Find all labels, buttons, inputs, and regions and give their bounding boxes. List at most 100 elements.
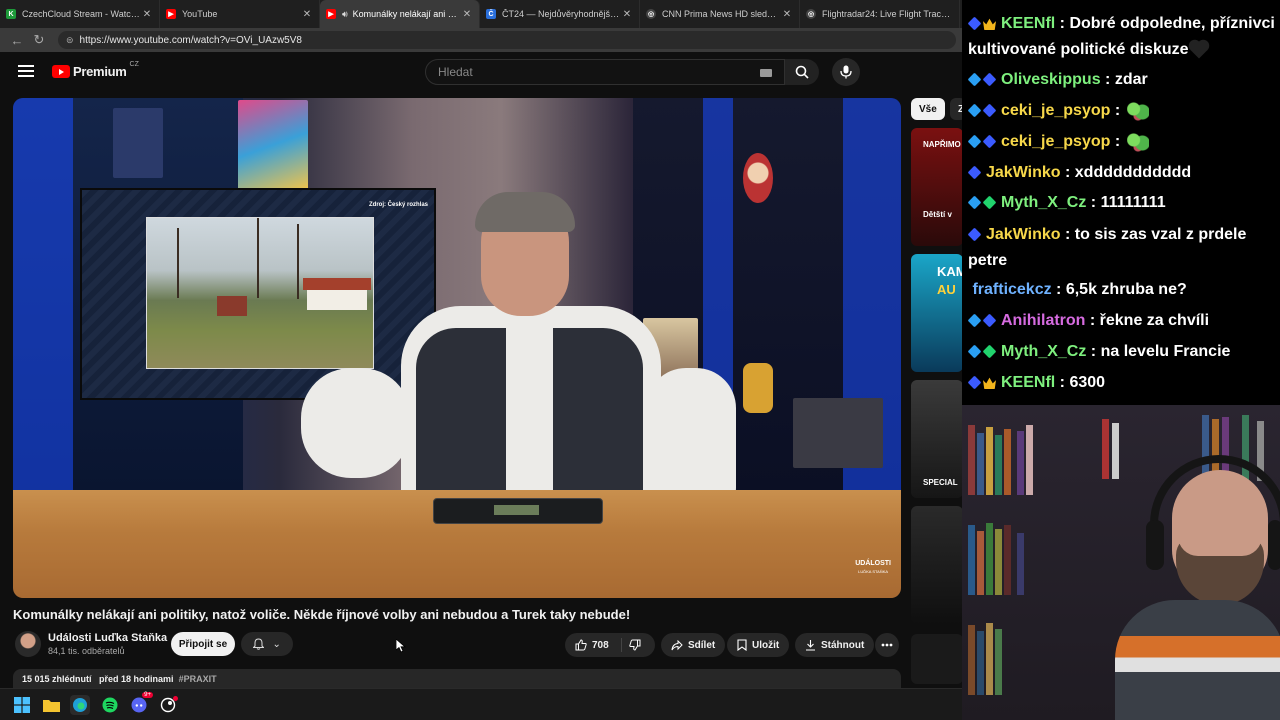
description-box[interactable]: 15 015 zhlédnutí před 18 hodinami #PRAXI…: [13, 669, 901, 689]
chevron-down-icon: ⌄: [272, 638, 281, 650]
search-button[interactable]: [785, 59, 819, 85]
video-presenter: [281, 192, 751, 558]
share-arrow-icon: [671, 639, 683, 650]
save-button[interactable]: Uložit: [727, 633, 790, 657]
channel-avatar[interactable]: [15, 631, 41, 657]
black-heart-emote-icon: [1190, 41, 1208, 59]
video-player[interactable]: Zdroj: Český rozhlas UDÁLOSTI LUĎKA STAŇ…: [13, 98, 901, 598]
upload-age: před 18 hodinami: [99, 674, 174, 684]
gem-badge-icon: [967, 72, 982, 87]
dislike-button[interactable]: [629, 633, 641, 657]
reload-icon[interactable]: ↻: [28, 29, 50, 51]
subscriber-badge-icon: [967, 227, 982, 242]
keyboard-icon[interactable]: [760, 69, 772, 77]
browser-tab[interactable]: K CzechCloud Stream - Watch Live o ✕: [0, 0, 160, 28]
chat-username: ceki_je_psyop: [1001, 133, 1111, 151]
stream-chat-overlay: KEENfl : Dobré odpoledne, příznivci kult…: [962, 0, 1280, 405]
join-button[interactable]: Připojit se: [171, 632, 235, 656]
search-input[interactable]: Hledat: [425, 59, 785, 85]
url-text: https://www.youtube.com/watch?v=OVi_UAzw…: [79, 34, 302, 46]
chat-username: frafticekcz: [972, 281, 1052, 298]
photo-tree: [177, 228, 179, 298]
channel-name[interactable]: Události Luďka Staňka: [48, 632, 167, 644]
tab-title: CzechCloud Stream - Watch Live o: [22, 9, 141, 19]
close-tab-icon[interactable]: ✕: [461, 9, 473, 20]
chat-message: ceki_je_psyop :: [967, 129, 1276, 155]
browser-tab[interactable]: ▶ YouTube ✕: [160, 0, 320, 28]
download-icon: [806, 640, 815, 651]
gem-badge-icon: [967, 103, 982, 118]
chat-message: ceki_je_psyop :: [967, 98, 1276, 124]
subscriber-count: 84,1 tis. odběratelů: [48, 646, 125, 656]
globe-icon: ◎: [806, 9, 816, 19]
site-info-icon[interactable]: ⊜: [66, 35, 74, 46]
recommended-thumbnail[interactable]: [911, 634, 963, 684]
browser-tab[interactable]: Č ČT24 — Nejdůvěryhodnější zprav ✕: [480, 0, 640, 28]
chat-text: xddddddddddd: [1074, 164, 1192, 182]
chat-message: KEENfl : Dobré odpoledne, příznivci kult…: [967, 15, 1275, 59]
recommended-thumbnail[interactable]: SPECIAL: [911, 380, 963, 498]
tab-title: Komunálky nelákají ani politik: [352, 9, 461, 19]
file-explorer-icon[interactable]: [41, 695, 61, 715]
like-button[interactable]: 708: [575, 633, 609, 657]
close-tab-icon[interactable]: ✕: [621, 9, 633, 20]
thumbs-down-icon: [629, 639, 641, 651]
chat-username: KEENfl: [1001, 374, 1056, 392]
youtube-favicon-icon: ▶: [326, 9, 336, 19]
chat-username: Oliveskippus: [1001, 71, 1101, 89]
subscriber-badge-icon: [967, 165, 982, 180]
recommended-thumbnail[interactable]: KAM AU: [911, 254, 963, 372]
gem-badge-icon: [967, 134, 982, 149]
recommended-thumbnail[interactable]: [911, 506, 963, 624]
spotify-icon[interactable]: [100, 695, 120, 715]
globe-icon: ◎: [646, 9, 656, 19]
youtube-logo[interactable]: Premium CZ: [52, 61, 139, 79]
screen: K CzechCloud Stream - Watch Live o ✕ ▶ Y…: [0, 0, 1280, 720]
edge-icon[interactable]: [70, 695, 90, 715]
video-tablet: [433, 498, 603, 524]
download-button[interactable]: Stáhnout: [795, 633, 875, 657]
gem-badge-icon: [967, 313, 982, 328]
hamburger-menu-icon[interactable]: [18, 65, 34, 77]
close-tab-icon[interactable]: ✕: [781, 9, 793, 20]
thumbs-up-icon: [575, 639, 587, 651]
chat-message: JakWinko : xddddddddddd: [967, 160, 1276, 186]
search-icon: [795, 65, 809, 79]
windows-taskbar: 9+: [0, 688, 962, 720]
chat-username: KEENfl: [1001, 15, 1056, 33]
video-poster: [238, 100, 308, 190]
windows-start-icon[interactable]: [12, 695, 32, 715]
discord-badge: 9+: [142, 692, 153, 698]
subscriber-badge-icon: [982, 72, 997, 87]
url-field[interactable]: ⊜ https://www.youtube.com/watch?v=OVi_UA…: [58, 31, 956, 49]
more-actions-button[interactable]: [875, 633, 899, 657]
bookmark-icon: [737, 639, 747, 651]
close-tab-icon[interactable]: ✕: [141, 9, 153, 20]
photo-shed: [217, 296, 247, 316]
chip-all[interactable]: Vše: [911, 98, 945, 120]
subscriber-badge-icon: [982, 313, 997, 328]
steam-chat-icon[interactable]: [158, 695, 178, 715]
discord-icon[interactable]: 9+: [129, 692, 153, 715]
crown-badge-icon: [983, 18, 996, 31]
video-title: Komunálky nelákají ani politiky, natož v…: [13, 607, 631, 622]
browser-tab[interactable]: ◎ CNN Prima News HD sledujte onli ✕: [640, 0, 800, 28]
youtube-favicon-icon: ▶: [166, 9, 176, 19]
voice-search-button[interactable]: [832, 58, 860, 86]
hashtag-link[interactable]: #PRAXIT: [179, 674, 217, 684]
tab-title: CNN Prima News HD sledujte onli: [662, 9, 781, 19]
browser-tab[interactable]: ◎ Flightradar24: Live Flight Tracker -: [800, 0, 960, 28]
close-tab-icon[interactable]: ✕: [301, 9, 313, 20]
recommended-thumbnail[interactable]: NAPŘIMO Dětští v: [911, 128, 963, 246]
search-placeholder: Hledat: [438, 65, 473, 79]
video-poster: [113, 108, 163, 178]
share-button[interactable]: Sdílet: [661, 633, 726, 657]
chat-message: frafticekcz : 6,5k zhruba ne?: [972, 281, 1187, 298]
notification-bell-button[interactable]: ⌄: [241, 632, 293, 656]
speaker-icon[interactable]: 🔊︎: [342, 9, 348, 20]
browser-tab-active[interactable]: ▶ 🔊︎ Komunálky nelákají ani politik ✕: [320, 0, 480, 28]
youtube-header: Premium CZ Hledat: [0, 52, 962, 92]
back-arrow-icon[interactable]: ←: [6, 29, 28, 51]
tab-title: ČT24 — Nejdůvěryhodnější zprav: [502, 9, 621, 19]
chat-text: zdar: [1114, 71, 1148, 89]
